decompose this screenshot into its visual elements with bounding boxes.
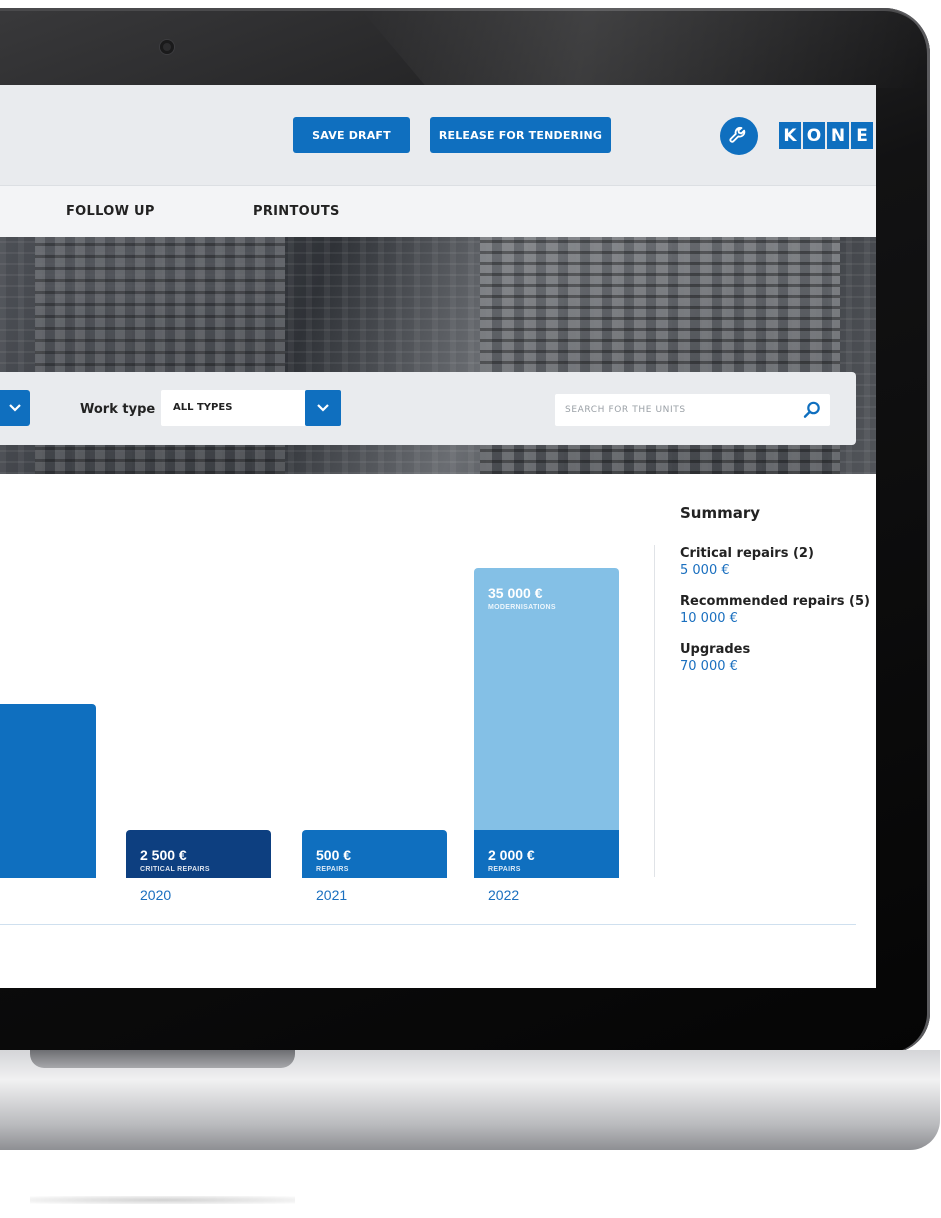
summary-item-label: Upgrades	[680, 642, 751, 657]
bar-sublabel: MODERNISATIONS	[488, 604, 556, 611]
summary-item-label: Critical repairs (2)	[680, 546, 814, 561]
cost-bar-chart: €2 500 €CRITICAL REPAIRS500 €REPAIRS2 00…	[0, 568, 619, 903]
summary-item-label: Recommended repairs (5)	[680, 594, 870, 609]
bar-amount-label: 35 000 €	[488, 585, 543, 601]
settings-button[interactable]	[720, 117, 758, 155]
logo-letter: N	[827, 122, 849, 149]
summary-title: Summary	[680, 504, 761, 522]
chevron-down-icon	[317, 404, 329, 412]
laptop-shadow	[30, 1196, 295, 1204]
filter-bar: Work type ALL TYPES	[0, 372, 856, 445]
search-input[interactable]	[555, 394, 805, 426]
bar-amount-label: 2 500 €	[140, 847, 187, 863]
chart-bar	[0, 704, 96, 878]
bar-amount-label: 2 000 €	[488, 847, 535, 863]
dropdown-toggle-button[interactable]	[0, 390, 30, 426]
app-screen: SAVE DRAFT RELEASE FOR TENDERING K O N E…	[0, 85, 876, 988]
work-type-select[interactable]: ALL TYPES	[161, 390, 341, 426]
nav-follow-up[interactable]: FOLLOW UP	[66, 204, 155, 219]
search-icon[interactable]	[802, 400, 822, 420]
summary-item-value: 10 000 €	[680, 611, 738, 626]
release-for-tendering-button[interactable]: RELEASE FOR TENDERING	[430, 117, 611, 153]
camera-icon	[160, 40, 174, 54]
logo-letter: K	[779, 122, 801, 149]
laptop-notch	[30, 1050, 295, 1068]
bar-sublabel: REPAIRS	[316, 866, 349, 873]
work-type-label: Work type	[80, 402, 156, 417]
summary-item-critical-repairs[interactable]: Critical repairs (2) 5 000 €	[680, 546, 876, 578]
search-box	[555, 394, 830, 426]
logo-letter: O	[803, 122, 825, 149]
logo-letter: E	[851, 122, 873, 149]
kone-logo: K O N E	[779, 122, 873, 149]
lid-reflection	[360, 8, 920, 88]
summary-item-value: 5 000 €	[680, 563, 730, 578]
bar-sublabel: REPAIRS	[488, 866, 521, 873]
bar-amount-label: 500 €	[316, 847, 351, 863]
main-nav: FOLLOW UP PRINTOUTS	[0, 185, 876, 238]
x-tick-label: 2020	[140, 887, 171, 903]
summary-panel: Summary Critical repairs (2) 5 000 € Rec…	[680, 504, 876, 690]
summary-divider	[654, 545, 655, 877]
chart-baseline	[0, 924, 856, 925]
summary-item-value: 70 000 €	[680, 659, 738, 674]
chart-bar-cap	[0, 872, 96, 878]
save-draft-button[interactable]: SAVE DRAFT	[293, 117, 410, 153]
bar-sublabel: CRITICAL REPAIRS	[140, 866, 210, 873]
x-tick-label: 2022	[488, 887, 519, 903]
summary-item-upgrades[interactable]: Upgrades 70 000 €	[680, 642, 876, 674]
summary-item-recommended-repairs[interactable]: Recommended repairs (5) 10 000 €	[680, 594, 876, 626]
top-toolbar: SAVE DRAFT RELEASE FOR TENDERING K O N E	[0, 85, 876, 185]
work-type-value: ALL TYPES	[173, 402, 233, 413]
work-type-dropdown-button[interactable]	[305, 390, 341, 426]
chart-bar-cap	[474, 824, 619, 830]
nav-printouts[interactable]: PRINTOUTS	[253, 204, 340, 219]
chevron-down-icon	[9, 404, 21, 412]
wrench-icon	[729, 126, 746, 143]
x-tick-label: 2021	[316, 887, 347, 903]
